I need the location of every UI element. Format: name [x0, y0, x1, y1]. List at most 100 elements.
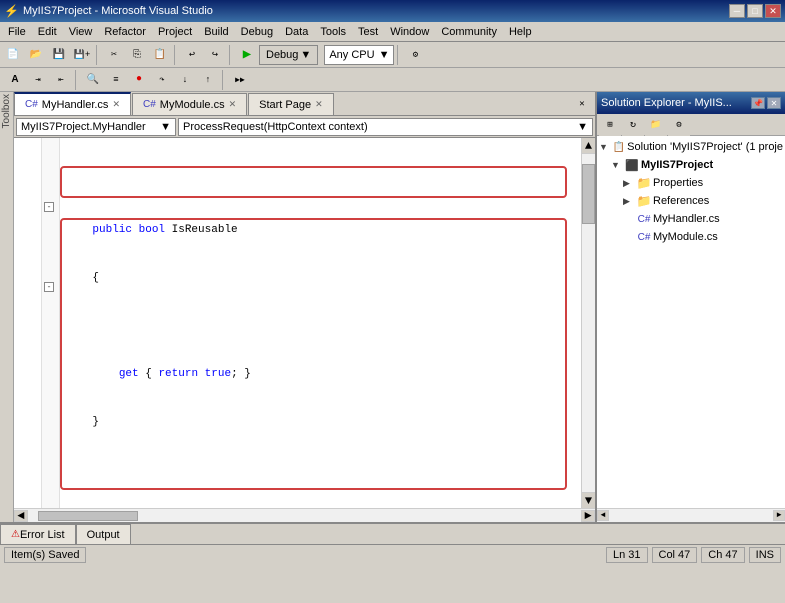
open-file-button[interactable]: 📂	[25, 44, 47, 66]
breakpoint-button[interactable]: ●	[128, 69, 150, 91]
cs-myhandler-icon: C#	[637, 212, 651, 226]
new-file-button[interactable]: 📄	[2, 44, 24, 66]
tab-myhandler-cs[interactable]: C# MyHandler.cs ✕	[14, 92, 131, 115]
menu-build[interactable]: Build	[198, 24, 234, 40]
menu-data[interactable]: Data	[279, 24, 314, 40]
class-label: MyIIS7Project.MyHandler	[21, 121, 146, 133]
step-over-button[interactable]: ↷	[151, 69, 173, 91]
toolbar-sep-5	[397, 45, 401, 65]
debug-mode-dropdown[interactable]: Debug ▼	[259, 45, 318, 65]
scroll-left-button[interactable]: ◄	[14, 510, 28, 522]
maximize-button[interactable]: □	[747, 4, 763, 18]
editor-area: C# MyHandler.cs ✕ C# MyModule.cs ✕ Start…	[14, 92, 595, 522]
toolbar2-sep-2	[222, 70, 226, 90]
scroll-right-button[interactable]: ►	[581, 510, 595, 522]
se-properties-button[interactable]: ⚙	[668, 114, 690, 136]
outdent-button[interactable]: ⇤	[50, 69, 72, 91]
format-bold-button[interactable]: A	[4, 69, 26, 91]
vertical-scrollbar[interactable]: ▲ ▼	[581, 138, 595, 508]
minimize-button[interactable]: ─	[729, 4, 745, 18]
search-button[interactable]: 🔍	[82, 69, 104, 91]
redo-button[interactable]: ↪	[204, 44, 226, 66]
indent-button[interactable]: ⇥	[27, 69, 49, 91]
find-button[interactable]: ≡	[105, 69, 127, 91]
app-icon: ⚡	[4, 4, 19, 18]
close-button[interactable]: ✕	[765, 4, 781, 18]
se-show-all-button[interactable]: ⊞	[599, 114, 621, 136]
save-button[interactable]: 💾	[48, 44, 70, 66]
start-debug-button[interactable]: ▶	[236, 44, 258, 66]
code-content[interactable]: public bool IsReusable { get { return tr…	[60, 138, 581, 508]
scroll-down-button[interactable]: ▼	[582, 492, 595, 508]
project-icon: ⬛	[625, 158, 639, 172]
menu-file[interactable]: File	[2, 24, 32, 40]
cut-button[interactable]: ✂	[103, 44, 125, 66]
menu-help[interactable]: Help	[503, 24, 538, 40]
attach-button[interactable]: ⚙	[404, 44, 426, 66]
h-scroll-track[interactable]	[28, 511, 581, 521]
menu-edit[interactable]: Edit	[32, 24, 63, 40]
se-scroll-right[interactable]: ►	[773, 510, 785, 521]
menu-debug[interactable]: Debug	[235, 24, 279, 40]
error-icon: ⚠	[11, 529, 20, 540]
menu-test[interactable]: Test	[352, 24, 384, 40]
menu-refactor[interactable]: Refactor	[98, 24, 152, 40]
undo-button[interactable]: ↩	[181, 44, 203, 66]
menu-community[interactable]: Community	[435, 24, 503, 40]
horizontal-scrollbar[interactable]: ◄ ►	[14, 508, 595, 522]
se-pin-button[interactable]: 📌	[751, 97, 765, 109]
status-ln: Ln 31	[613, 549, 641, 561]
tree-item-references[interactable]: ▶ 📁 References	[599, 192, 783, 210]
se-hscrollbar[interactable]: ◄ ►	[597, 508, 785, 522]
tab-error-list[interactable]: ⚠ Error List	[0, 524, 76, 544]
tree-item-solution[interactable]: ▼ 📋 Solution 'MyIIS7Project' (1 proje	[599, 138, 783, 156]
se-new-folder-button[interactable]: 📁	[645, 114, 667, 136]
member-dropdown[interactable]: ProcessRequest(HttpContext context) ▼	[178, 118, 593, 136]
toolbar-sep-2	[174, 45, 178, 65]
tree-item-project[interactable]: ▼ ⬛ MyIIS7Project	[599, 156, 783, 174]
chevron-down-icon: ▼	[300, 49, 311, 61]
tab-start-page[interactable]: Start Page ✕	[248, 93, 334, 115]
tab-close-mymodule[interactable]: ✕	[229, 99, 237, 110]
scroll-thumb[interactable]	[582, 164, 595, 224]
step-into-button[interactable]: ↓	[174, 69, 196, 91]
menu-tools[interactable]: Tools	[314, 24, 352, 40]
paste-button[interactable]: 📋	[149, 44, 171, 66]
region-box-2	[60, 218, 567, 490]
tab-label-startpage: Start Page	[259, 99, 311, 111]
close-document-button[interactable]: ✕	[571, 93, 593, 115]
chevron-member: ▼	[577, 121, 588, 133]
tree-item-myhandler[interactable]: ▶ C# MyHandler.cs	[599, 210, 783, 228]
expand-project: ▼	[611, 160, 623, 170]
tree-item-properties[interactable]: ▶ 📁 Properties	[599, 174, 783, 192]
se-close-button[interactable]: ✕	[767, 97, 781, 109]
collapse-region-2[interactable]: -	[44, 282, 54, 292]
properties-label: Properties	[653, 177, 703, 189]
step-out-button[interactable]: ↑	[197, 69, 219, 91]
menu-window[interactable]: Window	[384, 24, 435, 40]
menu-view[interactable]: View	[63, 24, 99, 40]
tab-output[interactable]: Output	[76, 524, 131, 544]
scroll-up-button[interactable]: ▲	[582, 138, 595, 154]
se-refresh-button[interactable]: ↻	[622, 114, 644, 136]
tab-close-startpage[interactable]: ✕	[315, 99, 323, 110]
cs-mymodule-icon: C#	[637, 230, 651, 244]
tree-item-mymodule[interactable]: ▶ C# MyModule.cs	[599, 228, 783, 246]
code-editor: - - public bool IsReusable { get { retur…	[14, 138, 595, 508]
window-title: MyIIS7Project - Microsoft Visual Studio	[23, 5, 213, 17]
toolbox-label[interactable]: Toolbox	[1, 94, 12, 128]
scroll-track[interactable]	[582, 154, 595, 492]
menu-project[interactable]: Project	[152, 24, 198, 40]
h-scroll-thumb[interactable]	[38, 511, 138, 521]
save-all-button[interactable]: 💾+	[71, 44, 93, 66]
cpu-dropdown[interactable]: Any CPU ▼	[324, 45, 394, 65]
class-dropdown[interactable]: MyIIS7Project.MyHandler ▼	[16, 118, 176, 136]
tab-close-myhandler[interactable]: ✕	[112, 99, 120, 110]
tab-mymodule-cs[interactable]: C# MyModule.cs ✕	[132, 93, 247, 115]
more-tools-button[interactable]: ▶▶	[229, 69, 251, 91]
se-scroll-left[interactable]: ◄	[597, 510, 609, 521]
file-icon-cs-2: C#	[143, 99, 156, 110]
copy-button[interactable]: ⎘	[126, 44, 148, 66]
collapse-region-1[interactable]: -	[44, 202, 54, 212]
solution-icon: 📋	[612, 140, 625, 154]
